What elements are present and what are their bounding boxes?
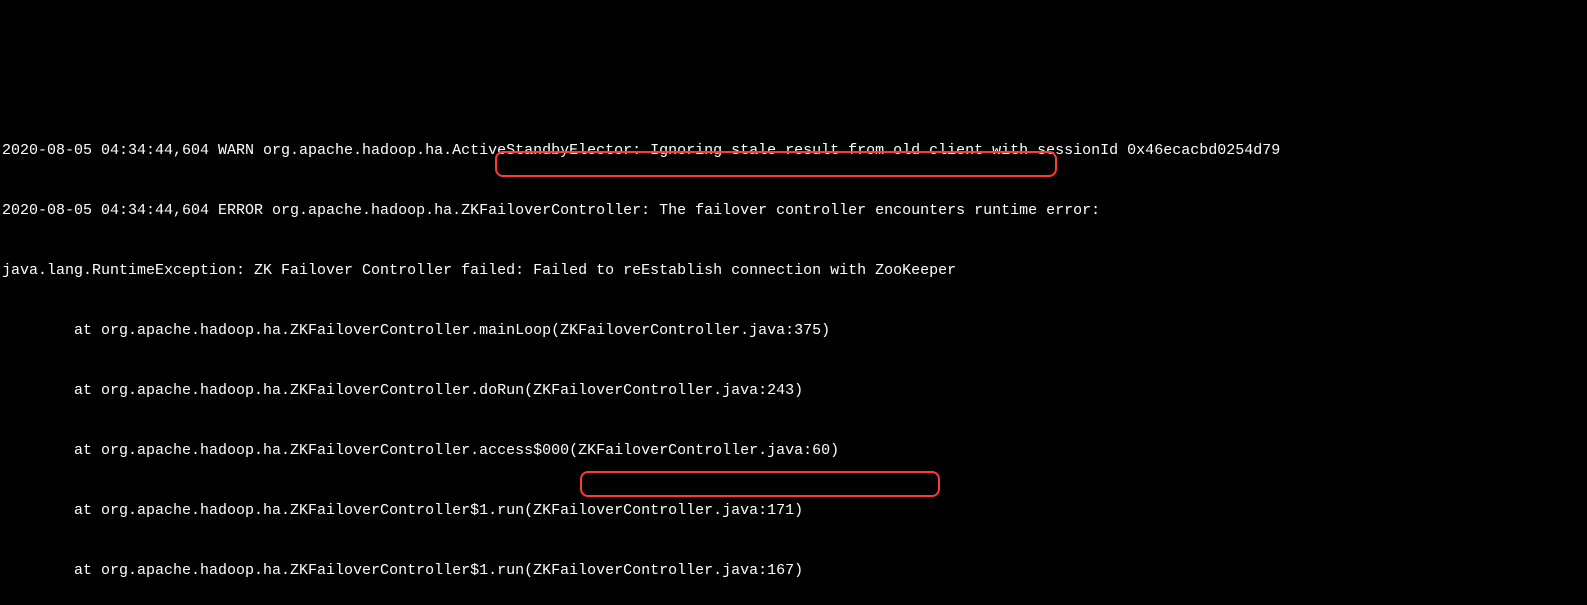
log-line: at org.apache.hadoop.ha.ZKFailoverContro… [2, 501, 1585, 521]
highlight-box-listener [580, 471, 940, 497]
log-line: 2020-08-05 04:34:44,604 ERROR org.apache… [2, 201, 1585, 221]
log-line: at org.apache.hadoop.ha.ZKFailoverContro… [2, 441, 1585, 461]
terminal-log: 2020-08-05 04:34:44,604 WARN org.apache.… [0, 100, 1587, 605]
log-line: at org.apache.hadoop.ha.ZKFailoverContro… [2, 321, 1585, 341]
log-line: at org.apache.hadoop.ha.ZKFailoverContro… [2, 381, 1585, 401]
log-line: at org.apache.hadoop.ha.ZKFailoverContro… [2, 561, 1585, 581]
log-line: 2020-08-05 04:34:44,604 WARN org.apache.… [2, 141, 1585, 161]
log-line: java.lang.RuntimeException: ZK Failover … [2, 261, 1585, 281]
